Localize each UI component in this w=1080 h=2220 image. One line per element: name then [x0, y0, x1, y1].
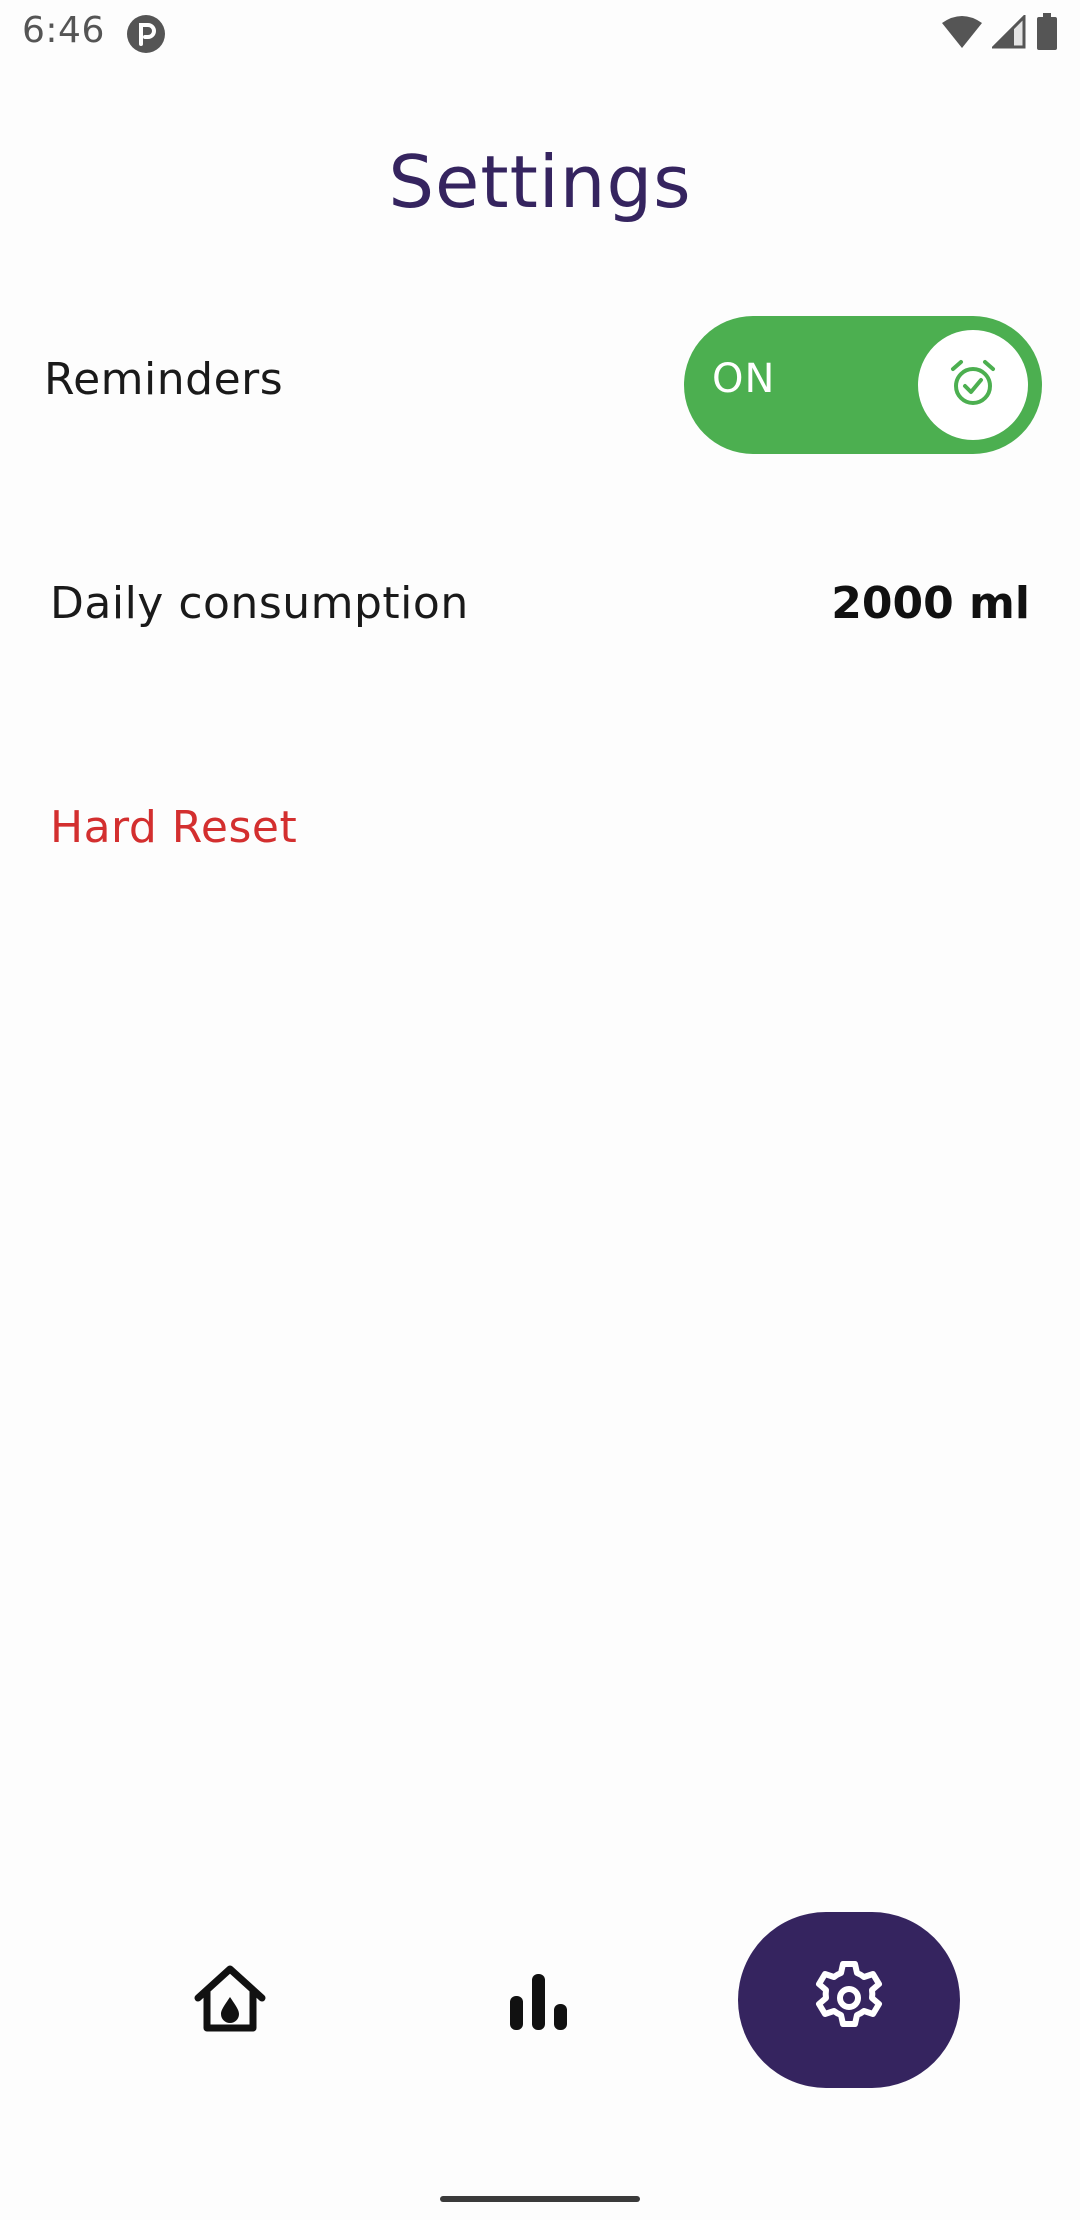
- cell-signal-icon: [990, 13, 1026, 53]
- status-bar: 6:46: [0, 0, 1080, 66]
- gear-icon: [809, 1958, 889, 2042]
- alarm-check-icon: [947, 357, 999, 413]
- battery-icon: [1036, 13, 1058, 55]
- reminders-label: Reminders: [44, 354, 284, 405]
- daily-consumption-label[interactable]: Daily consumption: [50, 578, 469, 629]
- daily-consumption-value[interactable]: 2000 ml: [831, 578, 1030, 629]
- nav-home-button[interactable]: [190, 1964, 270, 2034]
- page-title: Settings: [388, 140, 692, 224]
- bar-chart-icon: [508, 1974, 570, 2034]
- nav-settings-button[interactable]: [738, 1912, 960, 2088]
- settings-screen: 6:46 Settings Reminders ON Daily consump…: [0, 0, 1080, 2220]
- bottom-navigation: [0, 1900, 1080, 2100]
- toggle-state-text: ON: [712, 356, 776, 402]
- hard-reset-button[interactable]: Hard Reset: [50, 802, 297, 853]
- gesture-handle[interactable]: [440, 2196, 640, 2202]
- podcast-p-icon: [126, 14, 166, 54]
- wifi-icon: [942, 15, 982, 53]
- toggle-knob[interactable]: [918, 330, 1028, 440]
- reminders-toggle[interactable]: ON: [684, 316, 1042, 454]
- nav-stats-button[interactable]: [508, 1970, 570, 2030]
- status-time: 6:46: [22, 10, 105, 51]
- status-icons: [942, 13, 1058, 55]
- home-water-drop-icon: [190, 1965, 270, 2038]
